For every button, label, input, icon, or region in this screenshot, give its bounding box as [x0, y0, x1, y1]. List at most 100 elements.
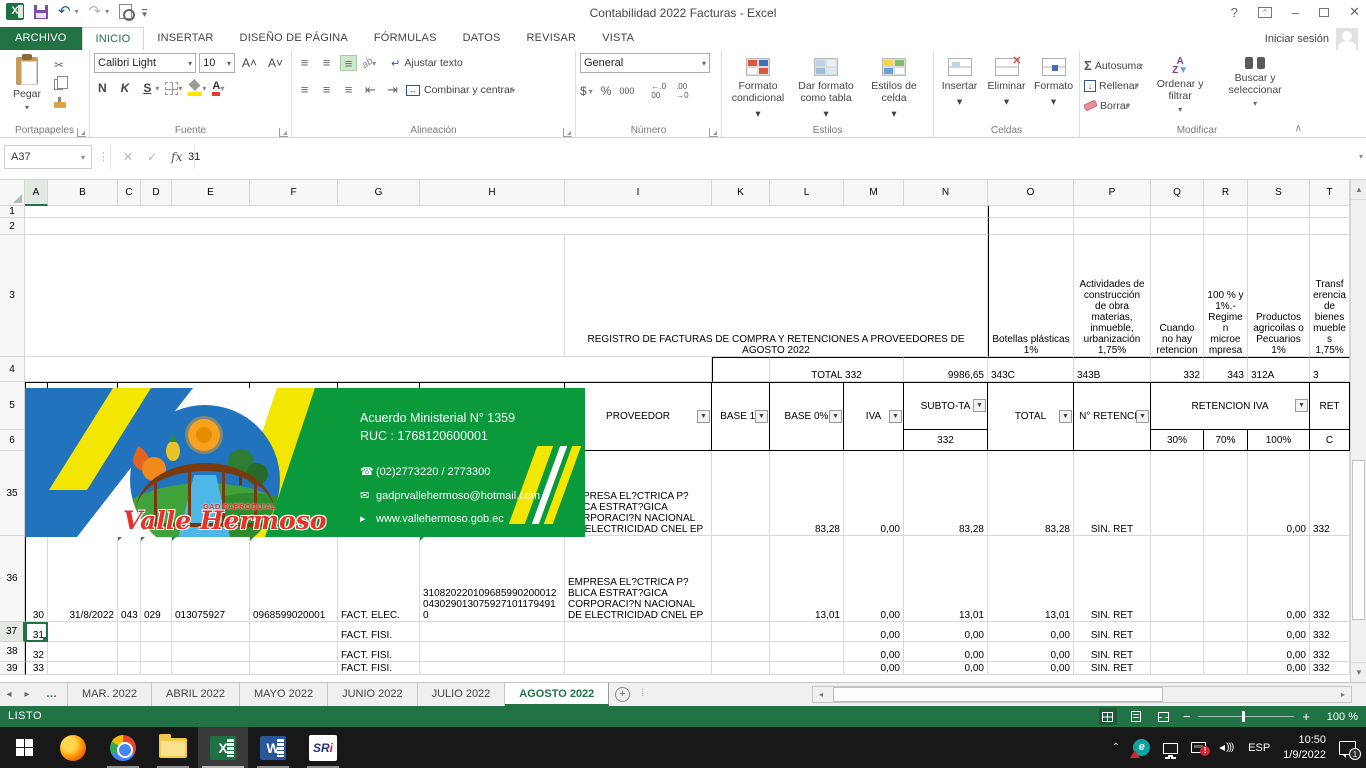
- sheet-tab-overflow[interactable]: …: [36, 683, 68, 706]
- sheet-tab-mayo-2022[interactable]: MAYO 2022: [240, 683, 328, 706]
- align-top-button[interactable]: ≡: [296, 55, 313, 71]
- cell[interactable]: 3108202201096859902000120430290130759091…: [420, 451, 565, 536]
- taskbar-firefox[interactable]: [48, 727, 98, 768]
- cell[interactable]: [712, 451, 770, 536]
- cell[interactable]: 312A: [1248, 357, 1310, 382]
- cell[interactable]: 332: [1310, 451, 1350, 536]
- merge-center-button[interactable]: ↔ Combinar y centrar ▾: [406, 80, 515, 100]
- cell[interactable]: 332: [1151, 357, 1204, 382]
- font-dialog-launcher[interactable]: [279, 128, 288, 137]
- filter-dropdown-icon[interactable]: ▼: [1059, 410, 1072, 423]
- sheet-nav-left-icon[interactable]: ◂: [0, 683, 18, 706]
- cell[interactable]: [1151, 622, 1204, 642]
- selected-cell-A37[interactable]: 31: [25, 622, 48, 642]
- sheet-tab-julio-2022[interactable]: JULIO 2022: [418, 683, 506, 706]
- cell[interactable]: 0,00: [904, 662, 988, 675]
- cell[interactable]: 029: [141, 536, 172, 622]
- cell[interactable]: [25, 357, 712, 382]
- format-cells-button[interactable]: Formato ▾: [1032, 53, 1075, 120]
- close-icon[interactable]: ✕: [1349, 4, 1360, 20]
- cell[interactable]: [1151, 642, 1204, 662]
- cell[interactable]: 83,28: [904, 451, 988, 536]
- fill-color-button[interactable]: [188, 83, 202, 93]
- cell[interactable]: [1204, 642, 1248, 662]
- cell[interactable]: TIPO COMPRO▼: [338, 382, 420, 451]
- collapse-ribbon-icon[interactable]: ∧: [1295, 123, 1302, 134]
- cell[interactable]: FACT. FISI.: [338, 642, 420, 662]
- number-format-combobox[interactable]: General▾: [580, 53, 710, 73]
- total-label[interactable]: TOTAL 332: [770, 357, 904, 382]
- taskbar-file-explorer[interactable]: [148, 727, 198, 768]
- cell[interactable]: [141, 662, 172, 675]
- start-button[interactable]: [0, 727, 48, 768]
- cell[interactable]: [1204, 218, 1248, 235]
- cell[interactable]: AUTORIZACIÓN▼: [420, 382, 565, 451]
- cell[interactable]: [1151, 662, 1204, 675]
- scroll-left-icon[interactable]: ◂: [813, 687, 829, 702]
- header-botellas[interactable]: Botellas plásticas 1%: [988, 235, 1074, 357]
- sheet-nav-right-icon[interactable]: ▸: [18, 683, 36, 706]
- cell[interactable]: 31/8/2022: [48, 451, 118, 536]
- cell[interactable]: FACT. FISI.: [338, 622, 420, 642]
- cell[interactable]: SIN. RET: [1074, 451, 1151, 536]
- sheet-tab-agosto-2022[interactable]: AGOSTO 2022: [505, 683, 609, 706]
- cell[interactable]: 0,00: [988, 622, 1074, 642]
- filter-dropdown-icon[interactable]: ▼: [889, 410, 902, 423]
- cell[interactable]: [420, 642, 565, 662]
- row-header-37[interactable]: 37: [0, 622, 25, 642]
- cell[interactable]: 0,00: [1248, 662, 1310, 675]
- filter-dropdown-icon[interactable]: ▼: [33, 410, 46, 423]
- cell[interactable]: SIN. RET: [1074, 662, 1151, 675]
- cell[interactable]: 0968599020001: [250, 536, 338, 622]
- cell[interactable]: SIN. RET: [1074, 642, 1151, 662]
- number-dialog-launcher[interactable]: [709, 128, 718, 137]
- cell[interactable]: [988, 206, 1074, 218]
- cell[interactable]: 332: [1310, 536, 1350, 622]
- cell[interactable]: ▼: [25, 382, 48, 451]
- column-header-K[interactable]: K: [712, 180, 770, 206]
- vertical-scrollbar[interactable]: ▲ ▼: [1350, 180, 1366, 682]
- cell[interactable]: BASE 12▼: [712, 382, 770, 451]
- tab-splitter[interactable]: ⁞: [635, 683, 649, 706]
- cell[interactable]: [1204, 536, 1248, 622]
- column-header-E[interactable]: E: [172, 180, 250, 206]
- select-all-corner[interactable]: [0, 180, 25, 206]
- cell[interactable]: 0,00: [988, 642, 1074, 662]
- cell[interactable]: RET: [1310, 382, 1350, 430]
- cell[interactable]: [1151, 451, 1204, 536]
- cell[interactable]: 0,00: [988, 662, 1074, 675]
- sheet-tab-junio-2022[interactable]: JUNIO 2022: [328, 683, 418, 706]
- cell[interactable]: [420, 622, 565, 642]
- cell[interactable]: 0,00: [844, 622, 904, 642]
- autosum-button[interactable]: ΣAutosuma▾: [1084, 57, 1143, 74]
- cell[interactable]: 0,00: [1248, 536, 1310, 622]
- cell[interactable]: 029: [141, 451, 172, 536]
- font-size-combobox[interactable]: 10▾: [199, 53, 235, 73]
- ribbon-tab-revisar[interactable]: REVISAR: [514, 27, 590, 50]
- decrease-indent-button[interactable]: ⇤: [362, 82, 379, 98]
- header-cuando[interactable]: Cuando no hay retencion: [1151, 235, 1204, 357]
- clear-button[interactable]: Borrar▾: [1084, 97, 1143, 114]
- borders-button[interactable]: [165, 82, 178, 95]
- column-header-A[interactable]: A: [25, 180, 48, 206]
- ribbon-tab-dise-o-de-p-gina[interactable]: DISEÑO DE PÁGINA: [227, 27, 361, 50]
- cell[interactable]: [712, 536, 770, 622]
- notification-center-icon[interactable]: 1: [1339, 741, 1356, 755]
- cell[interactable]: [712, 622, 770, 642]
- cell[interactable]: FECHA▼: [48, 382, 118, 451]
- cell[interactable]: 332: [1310, 622, 1350, 642]
- ribbon-tab-insertar[interactable]: INSERTAR: [144, 27, 226, 50]
- cell[interactable]: BASE 0%▼: [770, 382, 844, 451]
- cell[interactable]: [25, 206, 988, 218]
- cell-styles-button[interactable]: Estilos de celda ▾: [862, 53, 926, 120]
- network-icon[interactable]: [1163, 743, 1178, 754]
- header-actividades[interactable]: Actividades de construcción de obra mate…: [1074, 235, 1151, 357]
- row-header-4[interactable]: 4: [0, 357, 25, 382]
- ribbon-tab-datos[interactable]: DATOS: [450, 27, 514, 50]
- cell[interactable]: [712, 642, 770, 662]
- scroll-up-icon[interactable]: ▲: [1351, 180, 1366, 200]
- cell[interactable]: [118, 662, 141, 675]
- cell[interactable]: [1204, 451, 1248, 536]
- cell[interactable]: [1151, 218, 1204, 235]
- cell[interactable]: [1204, 206, 1248, 218]
